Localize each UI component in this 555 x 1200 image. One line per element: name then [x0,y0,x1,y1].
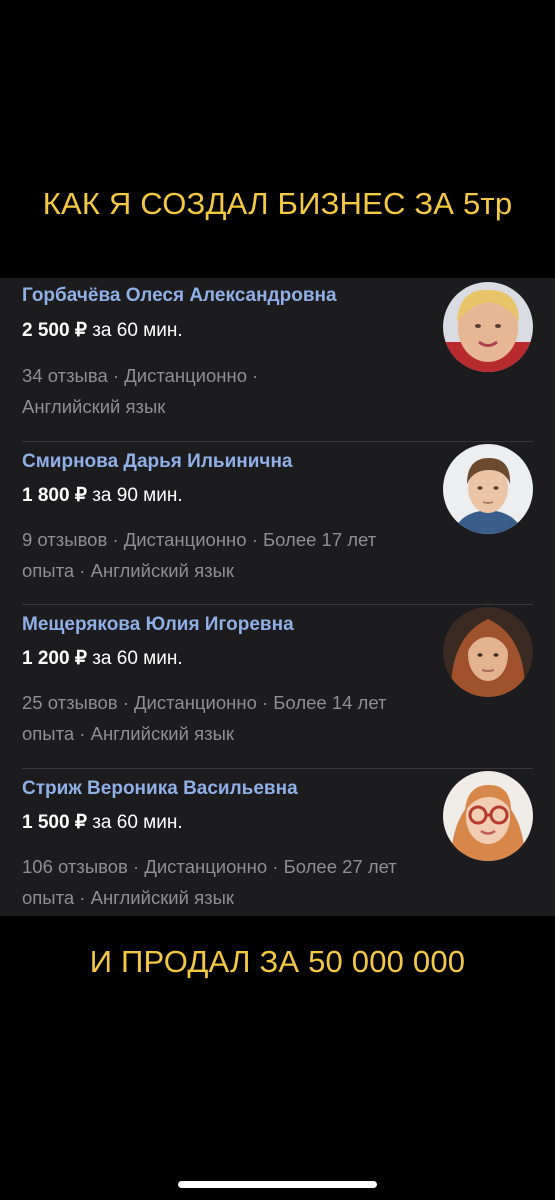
tutor-meta: 9 отзывов · Дистанционно · Более 17 лет … [22,528,377,581]
tutor-name[interactable]: Стриж Вероника Васильевна [22,777,298,801]
price-line: 1 800 ₽ за 90 мин. [22,484,183,508]
caption-top: КАК Я СОЗДАЛ БИЗНЕС ЗА 5тр [42,186,513,221]
avatar[interactable] [443,282,533,372]
tutor-price: 2 500 ₽ [22,320,87,341]
tutor-duration: за 60 мин. [92,811,183,833]
tutor-name[interactable]: Горбачёва Олеся Александровна [22,284,337,308]
tutor-meta: 25 отзывов · Дистанционно · Более 14 лет… [22,692,387,744]
price-line: 1 200 ₽ за 60 мин. [22,647,183,671]
avatar[interactable] [443,443,533,534]
tutor-meta: 106 отзывов · Дистанционно · Более 27 ле… [22,855,397,908]
tutor-duration: за 90 мин. [92,484,183,506]
tutor-card[interactable]: Мещерякова Юлия Игоревна 1 200 ₽ за 60 м… [0,605,555,769]
home-indicator[interactable] [178,1181,377,1188]
tutor-list: Горбачёва Олеся Александровна 2 500 ₽ за… [0,278,555,916]
tutor-name[interactable]: Смирнова Дарья Ильинична [22,450,293,474]
tutor-card[interactable]: Стриж Вероника Васильевна 1 500 ₽ за 60 … [0,769,555,917]
tutor-price: 1 200 ₽ [22,648,87,669]
price-line: 2 500 ₽ за 60 мин. [22,319,183,343]
tutor-meta: 34 отзыва · Дистанционно · Английский яз… [22,365,259,417]
tutor-card[interactable]: Горбачёва Олеся Александровна 2 500 ₽ за… [0,278,555,442]
tutor-name[interactable]: Мещерякова Юлия Игоревна [22,613,294,637]
price-line: 1 500 ₽ за 60 мин. [22,811,183,835]
tutor-price: 1 500 ₽ [22,811,87,833]
tutor-duration: за 60 мин. [92,320,183,341]
caption-bottom: И ПРОДАЛ ЗА 50 000 000 [89,944,466,979]
avatar[interactable] [443,770,533,861]
tutor-price: 1 800 ₽ [22,484,87,506]
tutor-duration: за 60 мин. [92,648,183,669]
avatar[interactable] [443,607,533,697]
tutor-card[interactable]: Смирнова Дарья Ильинична 1 800 ₽ за 90 м… [0,442,555,605]
